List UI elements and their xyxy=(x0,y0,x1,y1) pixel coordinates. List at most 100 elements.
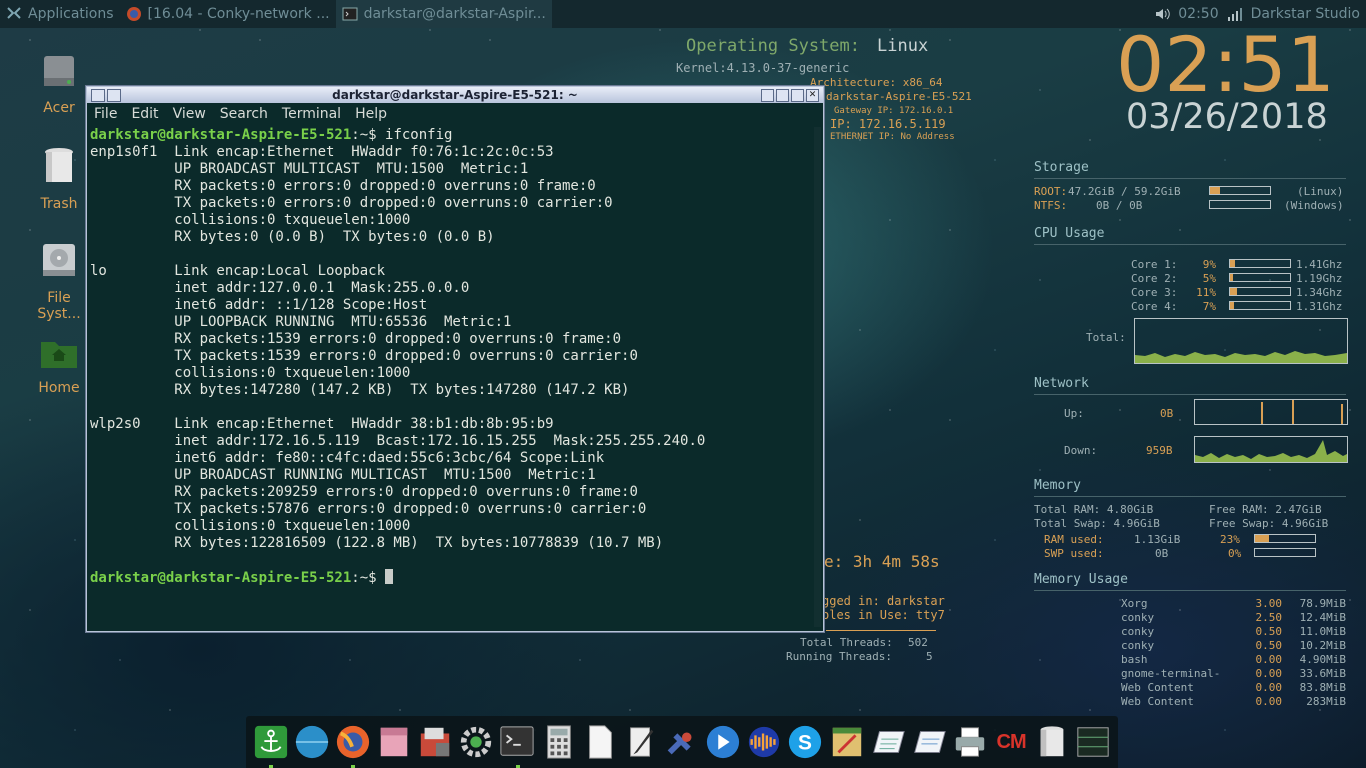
storage-ntfs-label: NTFS: xyxy=(1034,199,1068,212)
satellite-icon xyxy=(667,732,692,755)
network-down-label: Down: xyxy=(1064,444,1098,457)
window-maximize-button[interactable] xyxy=(791,89,804,102)
storage-title: Storage xyxy=(1034,160,1089,175)
desktop-icon-label: Home xyxy=(38,380,80,396)
terminal-window[interactable]: darkstar@darkstar-Aspire-E5-521: ~ ✕ Fil… xyxy=(86,86,824,632)
dock-item-audio-editor[interactable] xyxy=(746,723,783,761)
filesystem-icon xyxy=(43,244,75,276)
applications-menu[interactable]: Applications xyxy=(0,0,120,28)
terminal-screen[interactable]: darkstar@darkstar-Aspire-E5-521:~$ ifcon… xyxy=(90,127,813,627)
dock-item-image-editor[interactable] xyxy=(828,723,865,761)
terminal-output-line: RX packets:0 errors:0 dropped:0 overruns… xyxy=(90,178,596,194)
dock-item-notes[interactable] xyxy=(910,723,947,761)
memory-title: Memory xyxy=(1034,478,1081,493)
terminal-output-line: RX bytes:147280 (147.2 KB) TX bytes:1472… xyxy=(90,382,630,398)
desktop-icon-label: File Syst... xyxy=(37,290,81,322)
memory-ram-bar xyxy=(1254,534,1316,543)
cpu-core-name: Core 4: xyxy=(1131,300,1178,313)
network-up-graph xyxy=(1194,399,1348,425)
desktop-icon-trash[interactable]: Trash xyxy=(24,146,94,212)
menu-edit[interactable]: Edit xyxy=(131,106,158,122)
applications-label: Applications xyxy=(28,6,114,22)
dock-item-skype[interactable]: S xyxy=(787,723,824,761)
network-down-value: 959B xyxy=(1146,444,1173,457)
cpu-rule xyxy=(1034,244,1346,245)
desktop-icon-label: Trash xyxy=(40,196,78,212)
terminal-output-line: collisions:0 txqueuelen:1000 xyxy=(90,518,411,534)
dock-item-cm-app[interactable]: CM xyxy=(993,723,1030,761)
menu-terminal[interactable]: Terminal xyxy=(282,106,341,122)
memory-swp-used-label: SWP used: xyxy=(1044,547,1104,560)
terminal-title: darkstar@darkstar-Aspire-E5-521: ~ xyxy=(332,88,578,102)
cm-app-icon: CM xyxy=(996,730,1027,753)
terminal-scrollbar[interactable] xyxy=(814,127,821,627)
taskbar-item-terminal[interactable]: darkstar@darkstar-Aspir... xyxy=(335,0,552,28)
command-line: darkstar@darkstar-Aspire-E5-521:~$ ifcon… xyxy=(90,127,813,144)
window-menu-button[interactable] xyxy=(91,89,105,102)
drive-icon xyxy=(44,56,74,86)
process-name: Web Content xyxy=(1121,695,1194,708)
window-close-button[interactable]: ✕ xyxy=(806,89,819,102)
memory-ram-pct: 23% xyxy=(1220,533,1240,546)
anchor-icon xyxy=(254,725,287,759)
dock-item-browser-globe[interactable] xyxy=(293,723,330,761)
cpu-total-label: Total: xyxy=(1086,331,1126,344)
window-stick-button[interactable] xyxy=(761,89,774,102)
terminal-output-line: collisions:0 txqueuelen:1000 xyxy=(90,212,411,228)
desktop-icon-filesystem[interactable]: File Syst... xyxy=(24,240,94,322)
terminal-menubar: File Edit View Search Terminal Help xyxy=(87,103,823,125)
process-name: conky xyxy=(1121,625,1155,638)
process-mem: 11.0MiB xyxy=(1299,625,1346,638)
dock-item-workspace-switcher[interactable] xyxy=(1075,723,1112,761)
menu-file[interactable]: File xyxy=(94,106,117,122)
cpu-core-bar xyxy=(1229,301,1291,310)
process-name: gnome-terminal- xyxy=(1121,667,1221,680)
dock-item-satellite[interactable] xyxy=(663,723,700,761)
dock-item-anchor[interactable] xyxy=(252,723,289,768)
storage-ntfs-bar xyxy=(1209,200,1271,209)
prompt-user-host: darkstar@darkstar-Aspire-E5-521 xyxy=(90,127,352,143)
dock-item-trash[interactable] xyxy=(1034,723,1071,761)
network-rule xyxy=(1034,394,1346,395)
conky-divider xyxy=(826,630,936,631)
memory-ram-used-label: RAM used: xyxy=(1044,533,1104,546)
dock-item-terminal[interactable] xyxy=(499,723,536,768)
browser-globe-icon xyxy=(295,725,328,759)
terminal-output-line: collisions:0 txqueuelen:1000 xyxy=(90,365,411,381)
cpu-title: CPU Usage xyxy=(1034,226,1105,241)
dock-item-text-editor[interactable] xyxy=(622,723,659,761)
memory-total-swap: Total Swap: 4.96GiB xyxy=(1034,517,1160,530)
terminal-titlebar[interactable]: darkstar@darkstar-Aspire-E5-521: ~ ✕ xyxy=(87,87,823,103)
storage-ntfs-value: 0B / 0B xyxy=(1096,199,1143,212)
menu-help[interactable]: Help xyxy=(355,106,387,122)
terminal-output-line: RX bytes:0 (0.0 B) TX bytes:0 (0.0 B) xyxy=(90,229,495,245)
dock-item-file-manager[interactable] xyxy=(375,723,412,761)
dock-item-notepad[interactable] xyxy=(869,723,906,761)
dock-item-firefox[interactable] xyxy=(334,723,371,768)
window-minimize-button[interactable] xyxy=(776,89,789,102)
desktop-icon-label: Acer xyxy=(43,100,75,116)
dock-item-calculator[interactable] xyxy=(540,723,577,761)
dock-item-media-player[interactable] xyxy=(705,723,742,761)
desktop-icon-home[interactable]: Home xyxy=(24,336,94,396)
cpu-core-pct: 5% xyxy=(1202,272,1216,285)
dock-item-package-manager[interactable] xyxy=(417,723,454,761)
taskbar-item-label: darkstar@darkstar-Aspir... xyxy=(363,6,546,22)
svg-text:S: S xyxy=(798,732,812,755)
menu-search[interactable]: Search xyxy=(220,106,268,122)
cpu-core-name: Core 1: xyxy=(1131,258,1178,271)
dock-item-settings-gear[interactable] xyxy=(458,723,495,761)
taskbar-item-label: [16.04 - Conky-network ... xyxy=(147,6,330,22)
menu-view[interactable]: View xyxy=(173,106,206,122)
terminal-output-line: UP BROADCAST MULTICAST MTU:1500 Metric:1 xyxy=(90,161,529,177)
dock-item-printer[interactable] xyxy=(951,723,988,761)
prompt-suffix: :~$ xyxy=(351,570,386,586)
network-title: Network xyxy=(1034,376,1089,391)
dock-item-document[interactable] xyxy=(581,723,618,761)
taskbar-item-firefox[interactable]: [16.04 - Conky-network ... xyxy=(120,0,336,28)
window-shade-button[interactable] xyxy=(107,89,121,102)
process-name: conky xyxy=(1121,639,1155,652)
terminal-output-line: inet6 addr: ::1/128 Scope:Host xyxy=(90,297,428,313)
process-cpu: 0.00 xyxy=(1255,695,1283,708)
desktop-icon-acer[interactable]: Acer xyxy=(24,52,94,116)
